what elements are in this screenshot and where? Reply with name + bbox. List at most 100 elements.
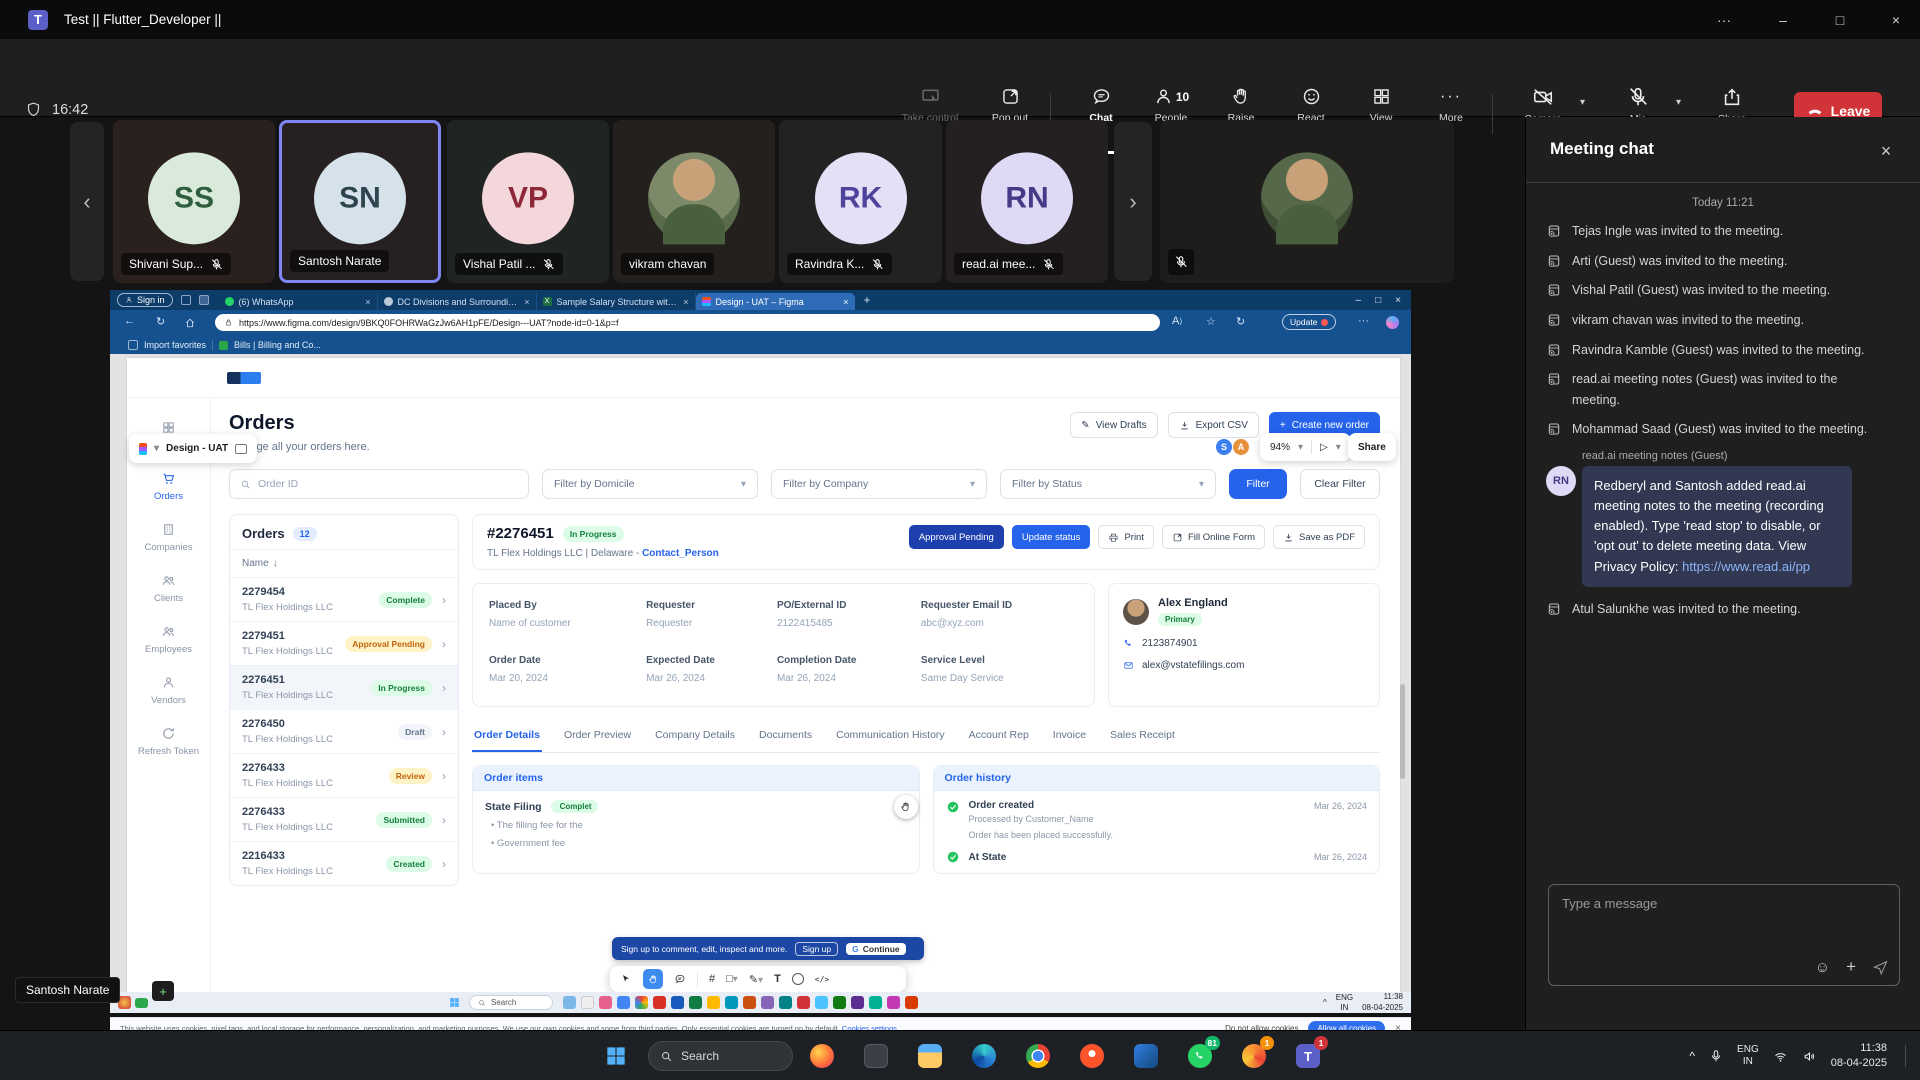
app-icon[interactable] [905, 996, 918, 1009]
send-icon[interactable] [1872, 959, 1889, 976]
video-tile[interactable]: RK Ravindra K... [779, 120, 942, 283]
sidebar-item-clients[interactable]: Clients [154, 573, 183, 604]
app-icon[interactable] [653, 996, 666, 1009]
sidebar-item-employees[interactable]: Employees [145, 624, 192, 655]
bookmark-item[interactable]: Bills | Billing and Co... [234, 340, 321, 350]
browser-tab[interactable]: (6) WhatsApp× [219, 293, 378, 310]
taskbar-icon-brave[interactable] [1076, 1040, 1108, 1072]
app-icon[interactable] [671, 996, 684, 1009]
taskbar-icon-teams[interactable]: T 1 [1292, 1040, 1324, 1072]
tab-documents[interactable]: Documents [757, 723, 814, 752]
order-id-search-input[interactable]: Order ID [229, 469, 529, 499]
clear-filter-button[interactable]: Clear Filter [1300, 469, 1380, 499]
app-icon[interactable] [779, 996, 792, 1009]
video-tile-photo[interactable]: vikram chavan [613, 120, 775, 283]
filter-company-dropdown[interactable]: Filter by Company▾ [771, 469, 987, 499]
list-column-header[interactable]: Name↓ [230, 550, 458, 578]
mic-options-chevron-icon[interactable]: ▾ [1676, 97, 1681, 108]
privacy-policy-link[interactable]: https://www.read.ai/pp [1682, 559, 1810, 574]
app-icon[interactable] [743, 996, 756, 1009]
comment-tool-icon[interactable] [674, 973, 686, 985]
presenter-add-icon[interactable]: + [152, 981, 174, 1001]
shape-tool-icon[interactable]: □▾ [726, 973, 738, 985]
app-icon[interactable] [869, 996, 882, 1009]
filter-domicile-dropdown[interactable]: Filter by Domicile▾ [542, 469, 758, 499]
browser-signin-button[interactable]: Sign in [117, 293, 173, 307]
app-icon[interactable] [797, 996, 810, 1009]
camera-options-chevron-icon[interactable]: ▾ [1580, 97, 1585, 108]
tab-communication-history[interactable]: Communication History [834, 723, 947, 752]
hand-tool-icon-active[interactable] [643, 969, 663, 989]
app-icon[interactable] [851, 996, 864, 1009]
app-icon[interactable] [617, 996, 630, 1009]
filter-button[interactable]: Filter [1229, 469, 1287, 499]
video-tile[interactable]: SS Shivani Sup... [113, 120, 275, 283]
google-continue-button[interactable]: GContinue [846, 943, 905, 955]
app-icon[interactable] [887, 996, 900, 1009]
taskbar-icon-browser[interactable]: 1 [1238, 1040, 1270, 1072]
refresh-icon[interactable]: ↻ [156, 315, 165, 328]
tab-actions-icon[interactable] [181, 295, 191, 305]
browser-minimize-icon[interactable]: – [1356, 295, 1362, 306]
app-icon[interactable] [707, 996, 720, 1009]
chat-message-list[interactable]: Today 11:21 Tejas Ingle was invited to t… [1526, 183, 1920, 880]
contact-phone[interactable]: 2123874901 [1123, 638, 1365, 649]
video-tile-self[interactable] [1160, 120, 1454, 283]
tab-invoice[interactable]: Invoice [1051, 723, 1088, 752]
browser-close-icon[interactable]: × [1395, 295, 1401, 306]
widget-icon[interactable] [135, 998, 148, 1008]
order-row[interactable]: 2279454TL Flex Holdings LLC Complete › [230, 578, 458, 622]
taskbar-icon-app-blue[interactable] [1130, 1040, 1162, 1072]
app-icon[interactable] [815, 996, 828, 1009]
taskbar-search[interactable]: Search [648, 1041, 793, 1071]
contact-person-link[interactable]: Contact_Person [642, 548, 719, 559]
app-icon[interactable] [635, 996, 648, 1009]
clock[interactable]: 11:3808-04-2025 [1362, 992, 1403, 1013]
read-aloud-icon[interactable]: A⟩ [1172, 315, 1182, 327]
chat-message-input[interactable]: Type a message ☺ + [1548, 884, 1900, 986]
tab-close-icon[interactable]: × [524, 297, 529, 307]
taskbar-icon-edge[interactable] [968, 1040, 1000, 1072]
attach-plus-icon[interactable]: + [1846, 957, 1856, 977]
tab-account-rep[interactable]: Account Rep [967, 723, 1031, 752]
browser-restore-icon[interactable]: □ [1375, 295, 1381, 306]
app-icon[interactable] [725, 996, 738, 1009]
order-row[interactable]: 2216433TL Flex Holdings LLC Created › [230, 842, 458, 885]
start-icon[interactable] [448, 996, 461, 1009]
taskbar-icon-firefox[interactable] [806, 1040, 838, 1072]
figma-share-button[interactable]: Share [1348, 433, 1396, 461]
order-row[interactable]: 2276450TL Flex Holdings LLC Draft › [230, 710, 458, 754]
volume-icon[interactable] [1802, 1049, 1817, 1064]
tab-close-icon[interactable]: × [365, 297, 370, 307]
pen-tool-icon[interactable]: ✎▾ [749, 973, 763, 986]
collaborator-avatar[interactable]: A [1232, 438, 1250, 456]
app-icon[interactable] [599, 996, 612, 1009]
vertical-tabs-icon[interactable] [199, 295, 209, 305]
emoji-icon[interactable]: ☺ [1815, 959, 1830, 976]
taskbar-icon-chrome[interactable] [1022, 1040, 1054, 1072]
tab-close-icon[interactable]: × [683, 297, 688, 307]
previous-tiles-button[interactable]: ‹ [70, 122, 104, 281]
taskbar-icon-file-explorer[interactable] [914, 1040, 946, 1072]
sidebar-item-vendors[interactable]: Vendors [151, 675, 186, 706]
app-icon[interactable] [761, 996, 774, 1009]
next-tiles-button[interactable]: › [1114, 122, 1152, 281]
collaborator-avatar[interactable]: S [1215, 438, 1233, 456]
export-csv-button[interactable]: Export CSV [1168, 412, 1259, 438]
back-icon[interactable]: ← [124, 315, 135, 327]
actions-tool-icon[interactable] [792, 973, 804, 985]
fill-online-form-button[interactable]: Fill Online Form [1162, 525, 1265, 549]
chevron-up-icon[interactable]: ^ [1323, 998, 1327, 1007]
video-tile-active-speaker[interactable]: SN Santosh Narate [279, 120, 441, 283]
start-button[interactable] [600, 1040, 632, 1072]
taskbar-icon-app[interactable] [860, 1040, 892, 1072]
canvas-scrollbar[interactable] [1400, 684, 1405, 779]
language-indicator[interactable]: ENGIN [1336, 993, 1353, 1012]
frame-tool-icon[interactable]: # [709, 973, 715, 985]
tray-mic-icon[interactable] [1709, 1049, 1723, 1063]
restore-button[interactable]: □ [1817, 0, 1863, 39]
filter-status-dropdown[interactable]: Filter by Status▾ [1000, 469, 1216, 499]
taskbar-icon-whatsapp[interactable]: 81 [1184, 1040, 1216, 1072]
signup-button[interactable]: Sign up [795, 942, 838, 956]
figma-breadcrumb[interactable]: ▾ Design - UAT [129, 434, 257, 463]
